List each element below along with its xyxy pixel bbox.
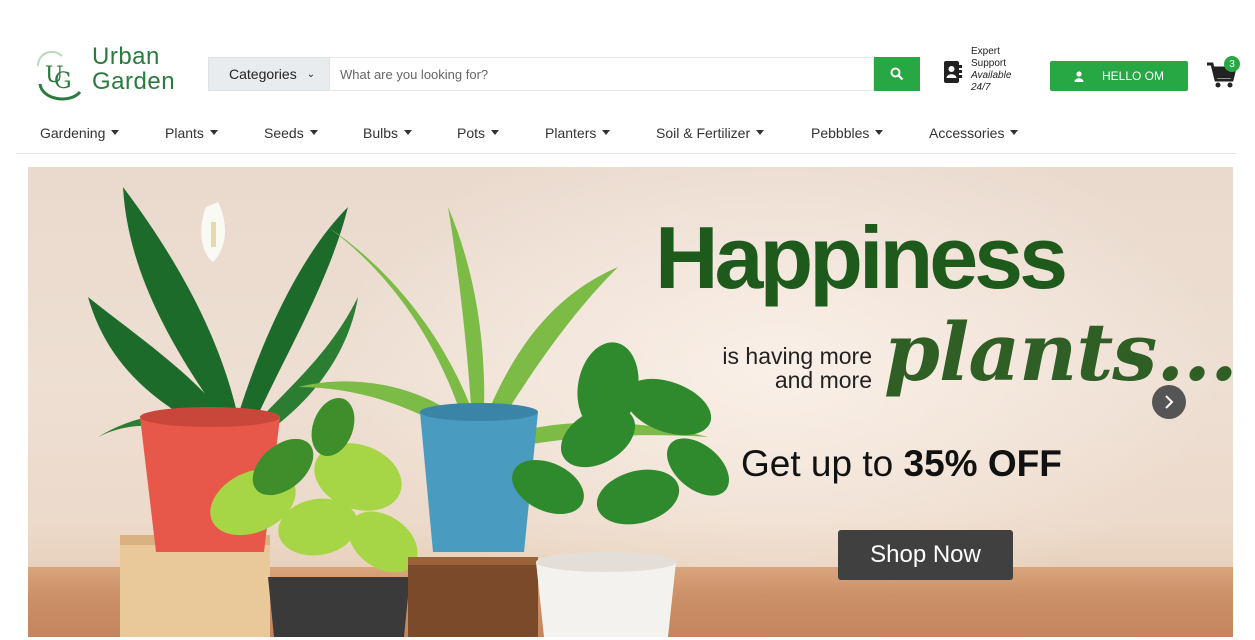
nav-label: Gardening — [40, 125, 106, 141]
nav-item-seeds[interactable]: Seeds — [264, 125, 318, 141]
offer-discount: 35% OFF — [903, 443, 1062, 484]
search-input[interactable] — [330, 57, 874, 91]
caret-down-icon — [602, 130, 611, 135]
search-bar: Categories ⌄ — [208, 57, 920, 91]
nav-item-pots[interactable]: Pots — [457, 125, 500, 141]
brand-name: Urban Garden — [92, 44, 175, 94]
support-line-1: Expert — [971, 46, 1000, 57]
nav-item-plants[interactable]: Plants — [165, 125, 218, 141]
tagline-line-1: is having more — [722, 343, 872, 369]
account-button[interactable]: HELLO OM — [1050, 61, 1188, 91]
account-label: HELLO OM — [1101, 69, 1164, 83]
banner-headline: Happiness — [655, 208, 1068, 307]
chevron-right-icon — [1165, 395, 1174, 409]
nav-item-soil-fertilizer[interactable]: Soil & Fertilizer — [656, 125, 765, 141]
ug-logo-icon: U G — [37, 50, 82, 101]
caret-down-icon — [491, 130, 500, 135]
caret-down-icon — [1010, 130, 1019, 135]
nav-label: Plants — [165, 125, 204, 141]
urban-garden-logo[interactable]: U G Urban Garden — [32, 44, 192, 102]
caret-down-icon — [111, 130, 120, 135]
search-icon — [890, 67, 904, 81]
categories-label: Categories — [229, 66, 297, 82]
nav-item-pebbles[interactable]: Pebbbles — [811, 125, 884, 141]
carousel-next-button[interactable] — [1152, 385, 1186, 419]
nav-item-gardening[interactable]: Gardening — [40, 125, 120, 141]
categories-select[interactable]: Categories ⌄ — [208, 57, 330, 91]
nav-label: Soil & Fertilizer — [656, 125, 751, 141]
nav-label: Pebbbles — [811, 125, 870, 141]
caret-down-icon — [404, 130, 413, 135]
banner-script-word: plants... — [884, 305, 1233, 399]
caret-down-icon — [209, 130, 218, 135]
tagline-line-2: and more — [774, 367, 872, 393]
cart-button[interactable]: 3 — [1206, 56, 1255, 94]
search-button[interactable] — [874, 57, 920, 91]
support-line-4: 24/7 — [971, 82, 991, 93]
shop-now-button[interactable]: Shop Now — [838, 530, 1013, 580]
caret-down-icon — [309, 130, 318, 135]
banner-tagline: is having more and more — [702, 344, 872, 392]
svg-text:G: G — [54, 69, 72, 94]
nav-label: Bulbs — [363, 125, 399, 141]
site-header: U G Urban Garden Categories ⌄ What are y… — [0, 0, 1255, 110]
chevron-down-icon: ⌄ — [306, 68, 316, 80]
nav-item-bulbs[interactable]: Bulbs — [363, 125, 413, 141]
caret-down-icon — [875, 130, 884, 135]
nav-label: Seeds — [264, 125, 304, 141]
support-line-2: Support — [971, 58, 1007, 69]
brand-line-1: Urban — [92, 43, 160, 70]
brand-line-2: Garden — [92, 68, 176, 95]
expert-support[interactable]: Expert Support Available 24/7 — [944, 46, 1024, 102]
offer-prefix: Get up to — [741, 443, 904, 484]
nav-item-accessories[interactable]: Accessories — [929, 125, 1019, 141]
support-line-3: Available — [971, 70, 1012, 81]
nav-label: Pots — [457, 125, 486, 141]
user-icon — [1074, 70, 1084, 82]
hero-banner[interactable]: Happiness is having more and more plants… — [28, 167, 1233, 637]
banner-offer: Get up to 35% OFF — [741, 443, 1062, 485]
category-nav: Gardening Plants Seeds Bulbs Pots Plante… — [16, 120, 1236, 154]
support-text: Expert Support Available 24/7 — [971, 46, 1011, 94]
nav-item-planters[interactable]: Planters — [545, 125, 611, 141]
nav-label: Accessories — [929, 125, 1005, 141]
cart-count-badge: 3 — [1224, 56, 1240, 72]
contact-book-icon — [944, 61, 962, 83]
caret-down-icon — [756, 130, 765, 135]
nav-label: Planters — [545, 125, 597, 141]
